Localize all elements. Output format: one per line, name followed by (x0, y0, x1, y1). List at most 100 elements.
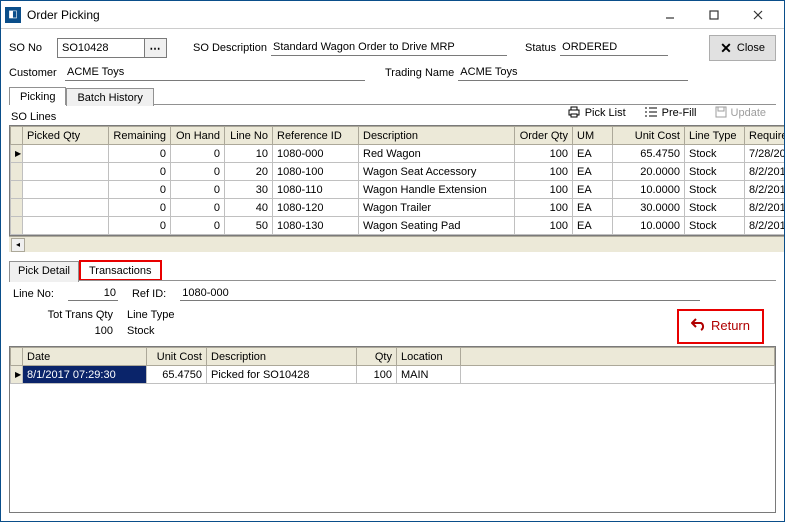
cell-picked[interactable] (23, 199, 109, 217)
row-handle[interactable] (11, 181, 23, 199)
table-row[interactable]: 8/1/2017 07:29:30 65.4750 Picked for SO1… (11, 366, 775, 384)
prefill-button[interactable]: Pre-Fill (644, 106, 697, 121)
col-location[interactable]: Location (397, 348, 461, 366)
so-no-lookup-button[interactable]: ⋯ (144, 39, 166, 57)
tab-picking[interactable]: Picking (9, 87, 66, 105)
cell-refid: 1080-130 (273, 217, 359, 235)
cell-onhand: 0 (171, 217, 225, 235)
row-handle[interactable] (11, 217, 23, 235)
cell-orderqty: 100 (515, 217, 573, 235)
table-row[interactable]: 0 0 10 1080-000 Red Wagon 100 EA 65.4750… (11, 145, 785, 163)
cell-refid: 1080-120 (273, 199, 359, 217)
col-desc[interactable]: Description (359, 127, 515, 145)
col-onhand[interactable]: On Hand (171, 127, 225, 145)
cell-onhand: 0 (171, 181, 225, 199)
cell-linetype: Stock (685, 145, 745, 163)
table-row[interactable]: 0 0 50 1080-130 Wagon Seating Pad 100 EA… (11, 217, 785, 235)
table-row[interactable]: 0 0 30 1080-110 Wagon Handle Extension 1… (11, 181, 785, 199)
col-blank (461, 348, 775, 366)
cell-unitcost: 65.4750 (613, 145, 685, 163)
minimize-button[interactable] (648, 2, 692, 28)
row-handle[interactable] (11, 145, 23, 163)
cell-picked[interactable] (23, 181, 109, 199)
picklist-button[interactable]: Pick List (567, 106, 626, 121)
cell-desc: Wagon Trailer (359, 199, 515, 217)
close-window-button[interactable] (736, 2, 780, 28)
cell-onhand: 0 (171, 145, 225, 163)
col-date[interactable]: Date (23, 348, 147, 366)
cell-required: 8/2/2017 (745, 199, 785, 217)
cell-orderqty: 100 (515, 181, 573, 199)
cell-remaining: 0 (109, 181, 171, 199)
col-orderqty[interactable]: Order Qty (515, 127, 573, 145)
content: SO No ⋯ SO Description Standard Wagon Or… (1, 29, 784, 521)
so-no-field[interactable]: ⋯ (57, 38, 167, 58)
col-linetype[interactable]: Line Type (685, 127, 745, 145)
detail-row-2: Tot Trans Qty 100 Line Type Stock Return (9, 303, 776, 346)
cell-remaining: 0 (109, 163, 171, 181)
table-row[interactable]: 0 0 40 1080-120 Wagon Trailer 100 EA 30.… (11, 199, 785, 217)
printer-icon (567, 106, 581, 121)
cell-refid: 1080-000 (273, 145, 359, 163)
cell-lineno: 40 (225, 199, 273, 217)
cell-unitcost: 20.0000 (613, 163, 685, 181)
cell-desc: Wagon Seating Pad (359, 217, 515, 235)
return-label: Return (711, 318, 750, 333)
titlebar: ◧ Order Picking (1, 1, 784, 29)
tab-pick-detail[interactable]: Pick Detail (9, 261, 79, 282)
scroll-left-icon[interactable]: ◂ (11, 238, 25, 252)
col-um[interactable]: UM (573, 127, 613, 145)
tab-batch-history[interactable]: Batch History (66, 88, 153, 106)
window-controls (648, 2, 780, 28)
row-handle-header (11, 127, 23, 145)
tab-transactions[interactable]: Transactions (79, 260, 162, 281)
col-unitcost[interactable]: Unit Cost (147, 348, 207, 366)
cell-orderqty: 100 (515, 145, 573, 163)
row-handle[interactable] (11, 366, 23, 384)
so-lines-toolbar: Pick List Pre-Fill Update (567, 102, 776, 124)
col-refid[interactable]: Reference ID (273, 127, 359, 145)
col-unitcost[interactable]: Unit Cost (613, 127, 685, 145)
window: ◧ Order Picking SO No ⋯ SO Description S… (0, 0, 785, 522)
cell-unitcost: 10.0000 (613, 217, 685, 235)
cell-remaining: 0 (109, 217, 171, 235)
cell-remaining: 0 (109, 145, 171, 163)
cell-date: 8/1/2017 07:29:30 (23, 366, 147, 384)
return-button[interactable]: Return (683, 313, 758, 338)
cell-unitcost: 10.0000 (613, 181, 685, 199)
status-label: Status (525, 42, 556, 54)
so-lines-grid-area: Picked Qty Remaining On Hand Line No Ref… (9, 125, 776, 252)
cell-linetype: Stock (685, 181, 745, 199)
transactions-grid[interactable]: Date Unit Cost Description Qty Location … (10, 347, 775, 384)
close-button[interactable]: ✕ Close (709, 35, 776, 61)
table-row[interactable]: 0 0 20 1080-100 Wagon Seat Accessory 100… (11, 163, 785, 181)
col-qty[interactable]: Qty (357, 348, 397, 366)
trading-label: Trading Name (385, 67, 454, 79)
so-desc-value: Standard Wagon Order to Drive MRP (271, 40, 507, 56)
col-lineno[interactable]: Line No (225, 127, 273, 145)
cell-picked[interactable] (23, 217, 109, 235)
cell-lineno: 50 (225, 217, 273, 235)
cell-remaining: 0 (109, 199, 171, 217)
return-highlight: Return (677, 309, 764, 344)
col-required[interactable]: Required (745, 127, 785, 145)
maximize-button[interactable] (692, 2, 736, 28)
cell-linetype: Stock (685, 199, 745, 217)
row-handle[interactable] (11, 199, 23, 217)
col-remaining[interactable]: Remaining (109, 127, 171, 145)
cell-picked[interactable] (23, 145, 109, 163)
save-icon (715, 106, 727, 121)
cell-location: MAIN (397, 366, 461, 384)
row-handle[interactable] (11, 163, 23, 181)
so-lines-hscroll[interactable]: ◂ ▸ (9, 236, 784, 252)
so-no-input[interactable] (58, 40, 144, 56)
prefill-label: Pre-Fill (662, 107, 697, 119)
cell-picked[interactable] (23, 163, 109, 181)
col-picked-qty[interactable]: Picked Qty (23, 127, 109, 145)
cell-onhand: 0 (171, 199, 225, 217)
cell-lineno: 30 (225, 181, 273, 199)
detail-row-1: Line No: 10 Ref ID: 1080-000 (9, 281, 776, 303)
so-lines-grid[interactable]: Picked Qty Remaining On Hand Line No Ref… (10, 126, 784, 235)
cell-desc: Red Wagon (359, 145, 515, 163)
col-desc[interactable]: Description (207, 348, 357, 366)
